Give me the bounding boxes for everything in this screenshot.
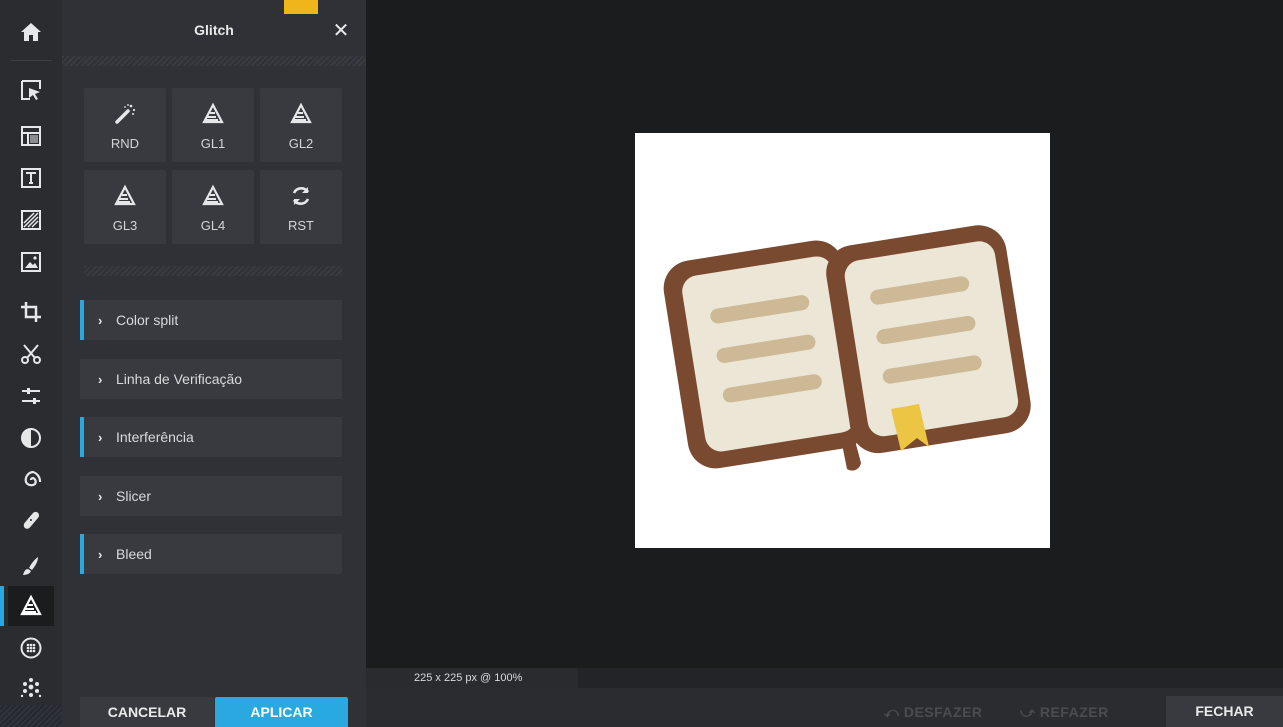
section-scanline[interactable]: › Linha de Verificação xyxy=(80,359,342,399)
preset-gl3-button[interactable]: GL3 xyxy=(84,170,166,244)
section-label: Color split xyxy=(116,312,179,328)
glitch-icon[interactable] xyxy=(0,586,54,626)
preset-gl4-button[interactable]: GL4 xyxy=(172,170,254,244)
status-bar: 225 x 225 px @ 100% xyxy=(366,668,1283,688)
app-window: Glitch ✕ RND GL1 GL2 GL3 GL4 RST › Color… xyxy=(0,0,1283,727)
section-label: Slicer xyxy=(116,488,152,504)
crop-icon[interactable] xyxy=(8,292,54,332)
panel-header: Glitch ✕ xyxy=(62,0,366,56)
contrast-icon[interactable] xyxy=(8,418,54,458)
section-label: Linha de Verificação xyxy=(116,371,243,387)
open-book-illustration xyxy=(663,225,1031,471)
preset-gl2-button[interactable]: GL2 xyxy=(260,88,342,162)
layout-icon[interactable] xyxy=(8,116,54,156)
image-size-status: 225 x 225 px @ 100% xyxy=(366,668,578,688)
magic-wand-icon xyxy=(84,100,166,128)
reset-icon xyxy=(260,182,342,210)
brush-icon[interactable] xyxy=(8,546,54,586)
section-color-split[interactable]: › Color split xyxy=(80,300,342,340)
preset-gl1-button[interactable]: GL1 xyxy=(172,88,254,162)
chevron-right-icon: › xyxy=(98,489,103,504)
adjust-icon[interactable] xyxy=(8,376,54,416)
text-icon[interactable] xyxy=(8,158,54,198)
bottom-bar: ⤺ DESFAZER ⤻ REFAZER FECHAR xyxy=(366,688,1283,727)
preset-label: GL3 xyxy=(112,218,138,233)
canvas-area xyxy=(366,0,1283,668)
section-label: Interferência xyxy=(116,429,194,445)
panel-title: Glitch xyxy=(194,22,234,38)
grid-divider-pattern xyxy=(84,266,342,276)
preset-rnd-button[interactable]: RND xyxy=(84,88,166,162)
particles-icon[interactable] xyxy=(8,668,54,708)
preset-label: RND xyxy=(110,136,140,151)
redo-label: REFAZER xyxy=(1039,704,1109,720)
section-slicer[interactable]: › Slicer xyxy=(80,476,342,516)
chevron-right-icon: › xyxy=(98,372,103,387)
select-icon[interactable] xyxy=(8,70,54,110)
glitch-triangle-icon xyxy=(260,100,342,128)
section-interference[interactable]: › Interferência xyxy=(80,417,342,457)
apply-button[interactable]: APLICAR xyxy=(215,697,348,727)
glitch-triangle-icon xyxy=(172,100,254,128)
section-label: Bleed xyxy=(116,546,152,562)
redo-button[interactable]: ⤻ REFAZER xyxy=(1020,704,1109,721)
preset-label: GL2 xyxy=(288,136,314,151)
preset-label: RST xyxy=(288,218,314,233)
undo-icon: ⤺ xyxy=(884,704,904,720)
section-bleed[interactable]: › Bleed xyxy=(80,534,342,574)
glitch-panel: Glitch ✕ RND GL1 GL2 GL3 GL4 RST › Color… xyxy=(62,0,366,727)
redo-icon: ⤻ xyxy=(1020,704,1040,720)
preset-rst-button[interactable]: RST xyxy=(260,170,342,244)
close-icon[interactable]: ✕ xyxy=(330,20,352,42)
cancel-button[interactable]: CANCELAR xyxy=(80,697,214,727)
header-divider-pattern xyxy=(62,56,366,66)
dots-circle-icon[interactable] xyxy=(8,628,54,668)
close-editor-button[interactable]: FECHAR xyxy=(1166,696,1283,727)
preset-label: GL1 xyxy=(200,136,226,151)
preset-label: GL4 xyxy=(200,218,226,233)
chevron-right-icon: › xyxy=(98,313,103,328)
bandage-icon[interactable] xyxy=(8,500,54,540)
chevron-right-icon: › xyxy=(98,547,103,562)
spiral-icon[interactable] xyxy=(8,460,54,500)
image-icon[interactable] xyxy=(8,242,54,282)
glitch-triangle-icon xyxy=(172,182,254,210)
home-icon[interactable] xyxy=(8,12,54,52)
chevron-right-icon: › xyxy=(98,430,103,445)
toolbar-footer-pattern xyxy=(0,705,62,727)
cut-icon[interactable] xyxy=(8,334,54,374)
toolbar-divider xyxy=(10,60,52,61)
texture-icon[interactable] xyxy=(8,200,54,240)
image-canvas[interactable] xyxy=(635,133,1050,548)
undo-button[interactable]: ⤺ DESFAZER xyxy=(884,704,983,721)
tool-sidebar xyxy=(0,0,62,727)
undo-label: DESFAZER xyxy=(903,704,983,720)
preset-grid: RND GL1 GL2 GL3 GL4 RST xyxy=(84,88,342,246)
panel-accent-tab xyxy=(284,0,318,14)
glitch-triangle-icon xyxy=(84,182,166,210)
